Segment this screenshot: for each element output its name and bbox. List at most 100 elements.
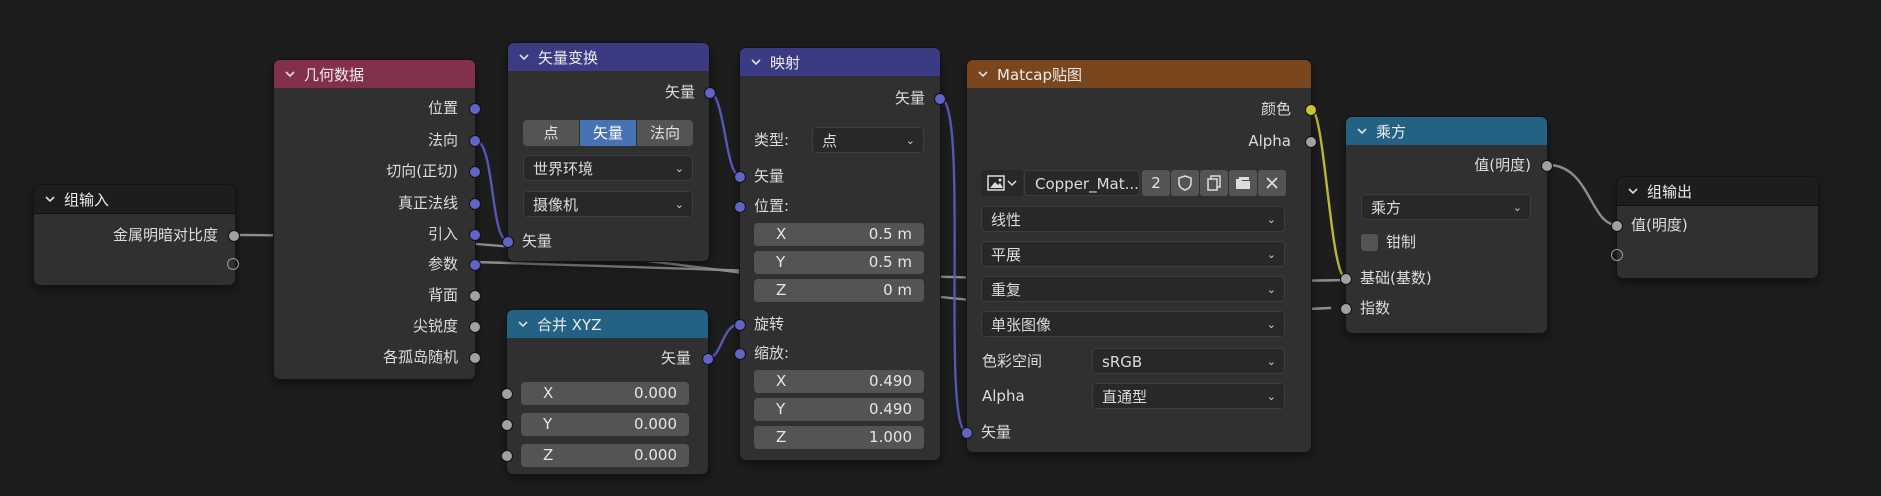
power-operation-dropdown[interactable]: 乘方 ⌄ — [1361, 194, 1531, 220]
power-header[interactable]: 乘方 — [1346, 117, 1547, 145]
socket-group-output-value[interactable] — [1611, 220, 1623, 232]
combine-xyz-header[interactable]: 合并 XYZ — [507, 310, 708, 338]
socket-incoming[interactable] — [469, 229, 481, 241]
alpha-mode-dropdown[interactable]: 直通型 ⌄ — [1092, 383, 1285, 409]
duplicate-image-button[interactable] — [1200, 170, 1228, 196]
combine-z-field[interactable]: Z 0.000 — [521, 444, 689, 467]
source-dropdown[interactable]: 单张图像 ⌄ — [981, 311, 1285, 337]
image-texture-header[interactable]: Matcap贴图 — [967, 60, 1311, 88]
socket-mapping-rotation[interactable] — [734, 319, 746, 331]
image-name-field[interactable]: Copper_Mat... — [1024, 170, 1140, 196]
mapping-location-z[interactable]: Z 0 m — [754, 279, 924, 302]
socket-random-per-island[interactable] — [469, 352, 481, 364]
combine-xyz-node[interactable]: 合并 XYZ 矢量 X 0.000 Y 0.000 Z 0.000 — [501, 310, 714, 474]
combine-x-field[interactable]: X 0.000 — [521, 382, 689, 405]
chevron-down-icon[interactable] — [44, 193, 56, 205]
socket-power-output[interactable] — [1541, 160, 1553, 172]
group-output-header[interactable]: 组输出 — [1617, 177, 1818, 206]
mapping-location-x[interactable]: X 0.5 m — [754, 223, 924, 246]
socket-combine-z[interactable] — [501, 450, 513, 462]
clamp-checkbox[interactable] — [1361, 234, 1378, 251]
image-icon — [987, 175, 1017, 191]
vt-convert-from-dropdown[interactable]: 世界环境 ⌄ — [523, 155, 693, 181]
mapping-scale-y[interactable]: Y 0.490 — [754, 398, 924, 421]
group-input-title: 组输入 — [64, 190, 110, 209]
unlink-image-button[interactable] — [1258, 170, 1286, 196]
output-normal-label: 法向 — [427, 131, 458, 149]
socket-combine-x[interactable] — [501, 388, 513, 400]
socket-true-normal[interactable] — [469, 198, 481, 210]
socket-empty-output[interactable] — [227, 258, 239, 270]
color-space-label: 色彩空间 — [982, 352, 1043, 370]
interpolation-dropdown[interactable]: 线性 ⌄ — [981, 206, 1285, 232]
fake-user-button[interactable] — [1171, 170, 1199, 196]
group-output-node[interactable]: 组输出 值(明度) — [1611, 177, 1818, 278]
chevron-down-icon[interactable] — [1356, 125, 1368, 137]
chevron-down-icon[interactable] — [1627, 185, 1639, 197]
socket-texture-vector[interactable] — [961, 427, 973, 439]
vt-type-point-button[interactable]: 点 — [523, 120, 580, 146]
power-node[interactable]: 乘方 值(明度) 乘方 ⌄ 钳制 基础(基数) 指数 — [1340, 117, 1553, 333]
image-name-value: Copper_Mat... — [1035, 175, 1139, 193]
socket-tangent[interactable] — [469, 166, 481, 178]
mapping-type-dropdown[interactable]: 点 ⌄ — [812, 127, 924, 153]
vector-transform-header[interactable]: 矢量变换 — [508, 43, 709, 71]
extension-dropdown[interactable]: 重复 ⌄ — [981, 276, 1285, 302]
mapping-location-y[interactable]: Y 0.5 m — [754, 251, 924, 274]
image-texture-node[interactable]: Matcap贴图 颜色 Alpha Copper_Mat... 2 线性 ⌄ 平… — [961, 60, 1317, 452]
mapping-scale-x-value: 0.490 — [869, 372, 912, 390]
socket-position[interactable] — [469, 103, 481, 115]
vt-type-selector[interactable]: 点 矢量 法向 — [523, 120, 693, 146]
output-true-normal-label: 真正法线 — [397, 194, 458, 212]
socket-mapping-scale[interactable] — [734, 348, 746, 360]
vt-convert-from-value: 世界环境 — [533, 160, 594, 178]
mapping-location-label: 位置: — [754, 197, 790, 215]
group-input-header[interactable]: 组输入 — [34, 185, 235, 214]
socket-vt-output-vector[interactable] — [704, 87, 716, 99]
socket-pointiness[interactable] — [469, 321, 481, 333]
vector-transform-node[interactable]: 矢量变换 矢量 点 矢量 法向 世界环境 ⌄ 摄像机 ⌄ 矢量 — [502, 43, 716, 261]
vt-convert-to-dropdown[interactable]: 摄像机 ⌄ — [523, 191, 693, 217]
vt-type-vector-button[interactable]: 矢量 — [580, 120, 637, 146]
output-incoming-label: 引入 — [427, 225, 458, 243]
vt-type-normal-button[interactable]: 法向 — [637, 120, 693, 146]
alpha-mode-value: 直通型 — [1102, 388, 1148, 406]
socket-power-base[interactable] — [1340, 273, 1352, 285]
group-input-node[interactable]: 组输入 金属明暗对比度 — [34, 185, 240, 285]
socket-mapping-vector[interactable] — [734, 171, 746, 183]
color-space-dropdown[interactable]: sRGB ⌄ — [1092, 348, 1285, 374]
socket-normal[interactable] — [469, 135, 481, 147]
image-users-count[interactable]: 2 — [1142, 170, 1170, 196]
socket-backfacing[interactable] — [469, 290, 481, 302]
chevron-down-icon[interactable] — [750, 56, 762, 68]
mapping-header[interactable]: 映射 — [740, 48, 940, 76]
chevron-down-icon: ⌄ — [1266, 355, 1276, 368]
socket-texture-color[interactable] — [1305, 104, 1317, 116]
socket-parametric[interactable] — [469, 259, 481, 271]
chevron-down-icon: ⌄ — [1266, 248, 1276, 261]
socket-group-output-empty[interactable] — [1611, 249, 1623, 261]
group-output-title: 组输出 — [1647, 182, 1693, 201]
chevron-down-icon[interactable] — [284, 68, 296, 80]
geometry-header[interactable]: 几何数据 — [274, 60, 475, 88]
socket-combine-output[interactable] — [702, 353, 714, 365]
socket-power-exponent[interactable] — [1340, 303, 1352, 315]
socket-metal-contrast[interactable] — [228, 230, 240, 242]
socket-mapping-output[interactable] — [934, 93, 946, 105]
socket-combine-y[interactable] — [501, 419, 513, 431]
chevron-down-icon[interactable] — [977, 68, 989, 80]
geometry-node[interactable]: 几何数据 位置 法向 切向(正切) 真正法线 引入 参数 背面 尖锐度 各孤岛随… — [274, 60, 481, 379]
open-image-button[interactable] — [1229, 170, 1257, 196]
chevron-down-icon[interactable] — [518, 51, 530, 63]
mapping-node[interactable]: 映射 矢量 类型: 点 ⌄ 矢量 位置: X 0.5 m Y 0.5 m Z 0… — [734, 48, 946, 460]
image-browse-button[interactable] — [981, 170, 1023, 196]
socket-texture-alpha[interactable] — [1305, 136, 1317, 148]
socket-vt-input-vector[interactable] — [502, 236, 514, 248]
combine-y-field[interactable]: Y 0.000 — [521, 413, 689, 436]
mapping-scale-z[interactable]: Z 1.000 — [754, 426, 924, 449]
socket-mapping-location[interactable] — [734, 201, 746, 213]
mapping-type-label: 类型: — [754, 131, 790, 149]
chevron-down-icon[interactable] — [517, 318, 529, 330]
mapping-scale-x[interactable]: X 0.490 — [754, 370, 924, 393]
projection-dropdown[interactable]: 平展 ⌄ — [981, 241, 1285, 267]
